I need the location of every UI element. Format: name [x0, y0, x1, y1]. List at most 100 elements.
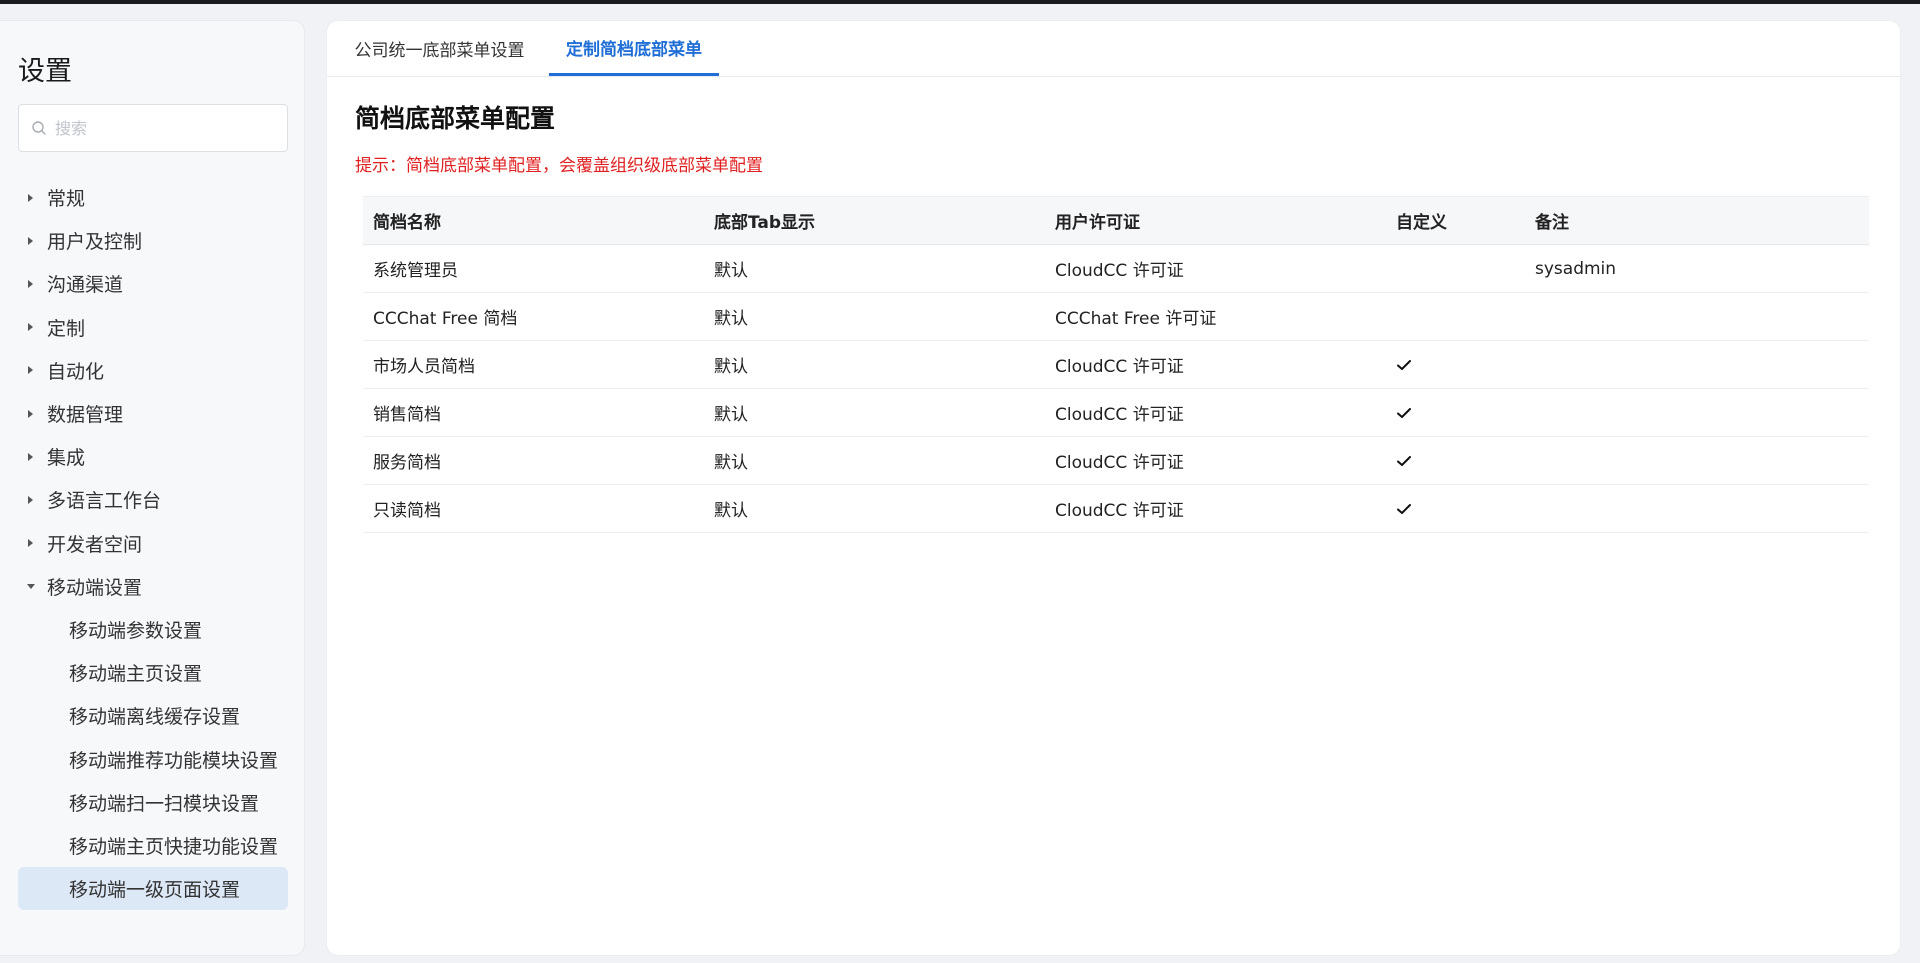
column-header-custom: 自定义 [1386, 196, 1525, 245]
sidebar-subitem-label: 移动端推荐功能模块设置 [69, 749, 279, 772]
cell-note [1525, 340, 1869, 389]
sidebar-item-automation[interactable]: 自动化 [0, 349, 305, 392]
sidebar-item-developer[interactable]: 开发者空间 [0, 522, 305, 565]
caret-right-icon [28, 236, 33, 245]
sidebar-subitem-mobile-scan-module[interactable]: 移动端扫一扫模块设置 [0, 781, 305, 824]
cell-license: CloudCC 许可证 [1045, 244, 1386, 293]
sidebar-item-label: 常规 [47, 188, 86, 211]
sidebar-item-users-control[interactable]: 用户及控制 [0, 219, 305, 262]
column-header-note: 备注 [1525, 196, 1869, 245]
cell-profile-name: 系统管理员 [363, 244, 704, 293]
cell-custom [1386, 340, 1525, 389]
cell-note: sysadmin [1525, 244, 1869, 293]
table-row[interactable]: 销售简档 默认 CloudCC 许可证 [363, 388, 1869, 437]
sidebar-title: 设置 [18, 56, 72, 87]
table-row[interactable]: 市场人员简档 默认 CloudCC 许可证 [363, 340, 1869, 389]
tab-bar: 公司统一底部菜单设置 定制简档底部菜单 [327, 21, 1900, 77]
sidebar-subitem-mobile-first-level-page[interactable]: 移动端一级页面设置 [18, 867, 288, 911]
sidebar-subitem-mobile-offline-cache[interactable]: 移动端离线缓存设置 [0, 694, 305, 737]
sidebar-subitem-mobile-params[interactable]: 移动端参数设置 [0, 608, 305, 651]
cell-custom [1386, 436, 1525, 485]
settings-sidebar: 设置 常规 用户及控制 沟通渠道 定制 自动化 数据管理 [0, 20, 305, 956]
table-row[interactable]: 系统管理员 默认 CloudCC 许可证 sysadmin [363, 244, 1869, 293]
column-header-profile-name: 简档名称 [363, 196, 704, 245]
cell-bottom-tab: 默认 [704, 340, 1045, 389]
cell-license: CloudCC 许可证 [1045, 340, 1386, 389]
cell-note [1525, 484, 1869, 533]
cell-bottom-tab: 默认 [704, 244, 1045, 293]
search-icon [32, 121, 46, 135]
sidebar-subitem-label: 移动端主页快捷功能设置 [69, 835, 279, 858]
cell-note [1525, 292, 1869, 341]
check-icon [1397, 503, 1411, 514]
caret-right-icon [28, 366, 33, 375]
cell-license: CloudCC 许可证 [1045, 484, 1386, 533]
column-header-license: 用户许可证 [1045, 196, 1386, 245]
sidebar-subitem-mobile-home[interactable]: 移动端主页设置 [0, 651, 305, 694]
cell-note [1525, 436, 1869, 485]
cell-profile-name: 销售简档 [363, 388, 704, 437]
top-bar [0, 0, 1920, 4]
cell-bottom-tab: 默认 [704, 388, 1045, 437]
cell-profile-name: 只读简档 [363, 484, 704, 533]
cell-note [1525, 388, 1869, 437]
cell-bottom-tab: 默认 [704, 436, 1045, 485]
hint-text: 提示：简档底部菜单配置，会覆盖组织级底部菜单配置 [355, 156, 763, 176]
search-input[interactable] [53, 117, 277, 139]
sidebar-item-label: 多语言工作台 [47, 490, 162, 513]
table-header-row: 简档名称 底部Tab显示 用户许可证 自定义 备注 [363, 196, 1869, 245]
tab-profile-bottom-menu[interactable]: 定制简档底部菜单 [549, 21, 719, 76]
table-row[interactable]: 服务简档 默认 CloudCC 许可证 [363, 436, 1869, 485]
caret-right-icon [28, 193, 33, 202]
sidebar-item-integration[interactable]: 集成 [0, 435, 305, 478]
check-icon [1397, 407, 1411, 418]
caret-down-icon [27, 583, 35, 589]
caret-right-icon [28, 409, 33, 418]
cell-custom [1386, 388, 1525, 437]
cell-bottom-tab: 默认 [704, 484, 1045, 533]
profile-table: 简档名称 底部Tab显示 用户许可证 自定义 备注 系统管理员 默认 Cloud… [363, 196, 1869, 533]
caret-right-icon [28, 323, 33, 332]
cell-license: CCChat Free 许可证 [1045, 292, 1386, 341]
tab-company-bottom-menu[interactable]: 公司统一底部菜单设置 [337, 21, 542, 76]
cell-license: CloudCC 许可证 [1045, 436, 1386, 485]
sidebar-subitem-label: 移动端离线缓存设置 [69, 706, 241, 729]
sidebar-item-customize[interactable]: 定制 [0, 306, 305, 349]
sidebar-item-label: 定制 [47, 317, 86, 340]
sidebar-subitem-mobile-recommended-modules[interactable]: 移动端推荐功能模块设置 [0, 737, 305, 780]
page-title: 简档底部菜单配置 [355, 104, 556, 133]
sidebar-item-channels[interactable]: 沟通渠道 [0, 262, 305, 305]
search-box[interactable] [18, 104, 288, 152]
sidebar-item-label: 开发者空间 [47, 533, 143, 556]
table-row[interactable]: CCChat Free 简档 默认 CCChat Free 许可证 [363, 292, 1869, 341]
cell-profile-name: 市场人员简档 [363, 340, 704, 389]
cell-bottom-tab: 默认 [704, 292, 1045, 341]
cell-profile-name: 服务简档 [363, 436, 704, 485]
caret-right-icon [28, 279, 33, 288]
sidebar-item-label: 移动端设置 [47, 576, 143, 599]
caret-right-icon [28, 539, 33, 548]
sidebar-item-data-management[interactable]: 数据管理 [0, 392, 305, 435]
cell-custom [1386, 244, 1525, 293]
table-row[interactable]: 只读简档 默认 CloudCC 许可证 [363, 484, 1869, 533]
caret-right-icon [28, 495, 33, 504]
sidebar-item-label: 沟通渠道 [47, 274, 124, 297]
cell-custom [1386, 292, 1525, 341]
sidebar-subitem-mobile-home-shortcuts[interactable]: 移动端主页快捷功能设置 [0, 824, 305, 867]
sidebar-item-label: 数据管理 [47, 404, 124, 427]
cell-custom [1386, 484, 1525, 533]
cell-profile-name: CCChat Free 简档 [363, 292, 704, 341]
sidebar-nav: 常规 用户及控制 沟通渠道 定制 自动化 数据管理 集成 多语言工作台 开发者空… [0, 176, 305, 911]
cell-license: CloudCC 许可证 [1045, 388, 1386, 437]
sidebar-subitem-label: 移动端一级页面设置 [69, 879, 241, 902]
sidebar-item-multilanguage[interactable]: 多语言工作台 [0, 478, 305, 521]
sidebar-item-label: 集成 [47, 447, 86, 470]
main-panel: 公司统一底部菜单设置 定制简档底部菜单 简档底部菜单配置 提示：简档底部菜单配置… [326, 20, 1901, 956]
sidebar-item-label: 用户及控制 [47, 231, 143, 254]
caret-right-icon [28, 452, 33, 461]
sidebar-item-general[interactable]: 常规 [0, 176, 305, 219]
sidebar-subitem-label: 移动端主页设置 [69, 663, 203, 686]
sidebar-subitem-label: 移动端参数设置 [69, 619, 203, 642]
column-header-bottom-tab: 底部Tab显示 [704, 196, 1045, 245]
sidebar-item-mobile-settings[interactable]: 移动端设置 [0, 565, 305, 608]
